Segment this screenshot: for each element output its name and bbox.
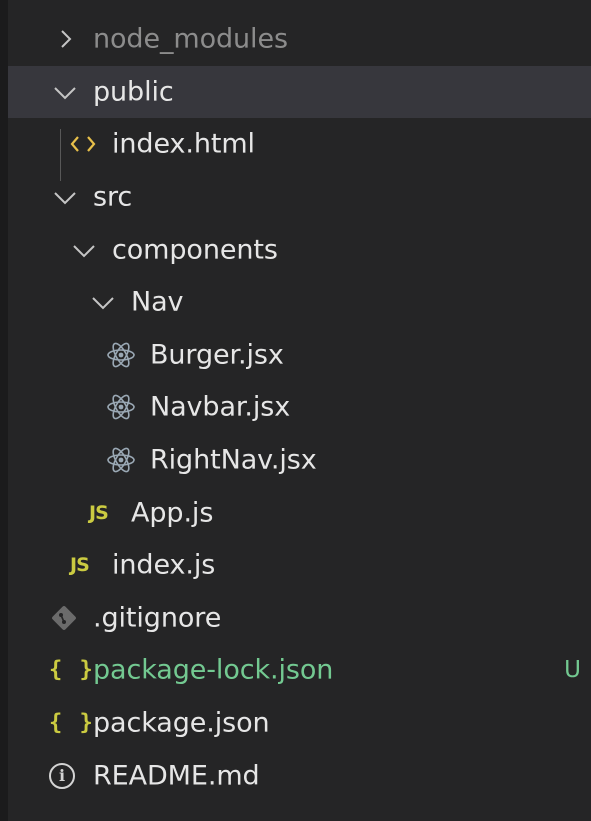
chevron-down-icon[interactable] bbox=[72, 240, 96, 260]
chevron-down-icon[interactable] bbox=[53, 187, 77, 207]
tree-item-node-modules[interactable]: node_modules bbox=[8, 13, 591, 66]
tree-item-gitignore[interactable]: .gitignore bbox=[8, 592, 591, 645]
html-code-icon bbox=[70, 133, 96, 155]
tree-item-label: src bbox=[93, 181, 133, 213]
js-icon: JS bbox=[89, 501, 109, 524]
tree-item-public[interactable]: public bbox=[8, 65, 591, 119]
tree-item-index-html[interactable]: index.html bbox=[8, 118, 591, 171]
react-icon bbox=[106, 392, 136, 422]
git-icon bbox=[50, 604, 78, 632]
tree-item-label: index.html bbox=[112, 128, 255, 160]
tree-item-readme-md[interactable]: i README.md bbox=[8, 749, 591, 802]
tree-item-navbar-jsx[interactable]: Navbar.jsx bbox=[8, 381, 591, 434]
chevron-down-icon[interactable] bbox=[53, 82, 77, 102]
indent-guide bbox=[60, 129, 61, 181]
json-icon: { } bbox=[49, 710, 95, 736]
info-icon: i bbox=[49, 762, 75, 789]
file-explorer-tree: node_modules public index.html src compo… bbox=[8, 13, 591, 802]
react-icon bbox=[106, 340, 136, 370]
tree-item-label: Burger.jsx bbox=[150, 339, 284, 371]
tree-item-label: App.js bbox=[131, 497, 214, 529]
tree-item-app-js[interactable]: JS App.js bbox=[8, 486, 591, 539]
chevron-down-icon[interactable] bbox=[91, 292, 115, 312]
tree-item-package-json[interactable]: { } package.json bbox=[8, 697, 591, 750]
tree-item-label: index.js bbox=[112, 549, 216, 581]
js-icon: JS bbox=[70, 554, 90, 577]
tree-item-package-lock-json[interactable]: { } package-lock.json U bbox=[8, 644, 591, 697]
tree-item-label: package.json bbox=[93, 707, 270, 739]
tree-item-label: README.md bbox=[93, 760, 260, 792]
react-icon bbox=[106, 445, 136, 475]
chevron-right-icon[interactable] bbox=[56, 29, 76, 49]
tree-item-src[interactable]: src bbox=[8, 171, 591, 224]
json-icon: { } bbox=[49, 657, 95, 683]
sidebar-edge bbox=[0, 0, 8, 821]
tree-item-label: Navbar.jsx bbox=[150, 391, 291, 423]
git-status-badge: U bbox=[564, 657, 581, 684]
tree-item-label: node_modules bbox=[93, 23, 288, 55]
tree-item-label: public bbox=[93, 76, 174, 108]
tree-item-index-js[interactable]: JS index.js bbox=[8, 539, 591, 592]
tree-item-label: .gitignore bbox=[93, 602, 222, 634]
tree-item-label: Nav bbox=[131, 286, 184, 318]
tree-item-nav[interactable]: Nav bbox=[8, 276, 591, 329]
tree-item-label: RightNav.jsx bbox=[150, 444, 317, 476]
tree-item-rightnav-jsx[interactable]: RightNav.jsx bbox=[8, 434, 591, 487]
tree-item-label: components bbox=[112, 234, 278, 266]
tree-item-burger-jsx[interactable]: Burger.jsx bbox=[8, 329, 591, 382]
tree-item-label: package-lock.json bbox=[93, 654, 334, 686]
tree-item-components[interactable]: components bbox=[8, 223, 591, 276]
